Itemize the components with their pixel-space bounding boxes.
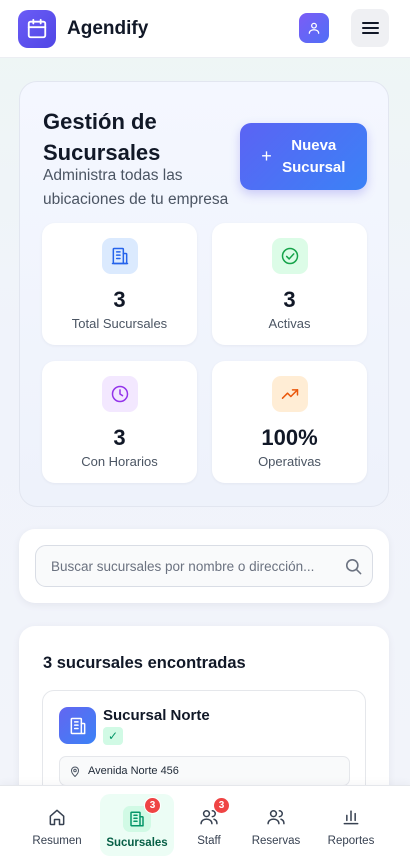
- nav-item-staff[interactable]: 3 Staff: [172, 794, 246, 856]
- search-icon[interactable]: [344, 557, 363, 576]
- app-brand: Agendify: [67, 17, 149, 39]
- branch-name: Sucursal Norte: [103, 707, 210, 724]
- page-subtitle: Administra todas las ubicaciones de tu e…: [43, 167, 229, 208]
- clock-icon: [101, 376, 138, 412]
- app-logo[interactable]: [18, 9, 56, 48]
- hamburger-menu-icon: [361, 22, 379, 34]
- new-branch-label: Nueva Sucursal: [282, 136, 346, 176]
- stat-total-branches: 3 Total Sucursales: [42, 223, 197, 345]
- trending-up-icon: [271, 376, 308, 412]
- branch-status-badge: ✓: [103, 727, 123, 745]
- notification-badge: 3: [213, 797, 230, 814]
- bar-chart-icon: [340, 806, 362, 828]
- stat-value: 3: [283, 287, 296, 312]
- user-icon: [308, 22, 320, 34]
- bottom-navigation: Resumen 3 Sucursales 3 Staff Reservas Re…: [0, 785, 410, 856]
- stat-value: 3: [113, 425, 126, 450]
- users-icon: [265, 806, 287, 828]
- stat-label: Activas: [268, 316, 311, 331]
- nav-label: Reportes: [327, 835, 375, 847]
- nav-label: Sucursales: [106, 837, 168, 849]
- building-icon: 3: [123, 797, 161, 832]
- plus-icon: +: [261, 146, 272, 166]
- stat-label: Operativas: [258, 454, 321, 469]
- stat-operational: 100% Operativas: [212, 361, 367, 483]
- new-branch-button[interactable]: + Nueva Sucursal: [240, 123, 367, 190]
- notification-badge: 3: [144, 797, 161, 814]
- search-input[interactable]: [35, 545, 373, 587]
- stat-value: 3: [113, 287, 126, 312]
- users-icon: 3: [198, 797, 230, 828]
- nav-item-reportes[interactable]: Reportes: [314, 794, 388, 856]
- branch-address: Avenida Norte 456: [59, 756, 350, 786]
- page-title: Gestión de Sucursales: [43, 109, 161, 165]
- search-card: [19, 529, 389, 603]
- stat-active: 3 Activas: [212, 223, 367, 345]
- nav-label: Staff: [197, 835, 221, 847]
- nav-item-sucursales[interactable]: 3 Sucursales: [100, 794, 174, 856]
- stat-label: Con Horarios: [81, 454, 158, 469]
- home-icon: [46, 806, 68, 828]
- nav-label: Resumen: [32, 835, 82, 847]
- building-icon: [101, 238, 138, 274]
- menu-button[interactable]: [351, 9, 389, 47]
- user-profile-button[interactable]: [299, 13, 329, 43]
- branches-overview-card: Gestión de Sucursales Administra todas l…: [19, 81, 389, 507]
- nav-label: Reservas: [251, 835, 301, 847]
- stat-label: Total Sucursales: [71, 316, 168, 331]
- stat-with-schedules: 3 Con Horarios: [42, 361, 197, 483]
- building-icon: [59, 707, 96, 744]
- check-circle-icon: [271, 238, 308, 274]
- nav-item-resumen[interactable]: Resumen: [20, 794, 94, 856]
- nav-item-reservas[interactable]: Reservas: [239, 794, 313, 856]
- map-pin-icon: [70, 766, 80, 777]
- branch-address-text: Avenida Norte 456: [88, 765, 179, 777]
- stat-value: 100%: [261, 425, 318, 450]
- results-count-title: 3 sucursales encontradas: [43, 654, 246, 672]
- app-header: Agendify: [0, 0, 410, 58]
- calendar-icon: [27, 18, 47, 38]
